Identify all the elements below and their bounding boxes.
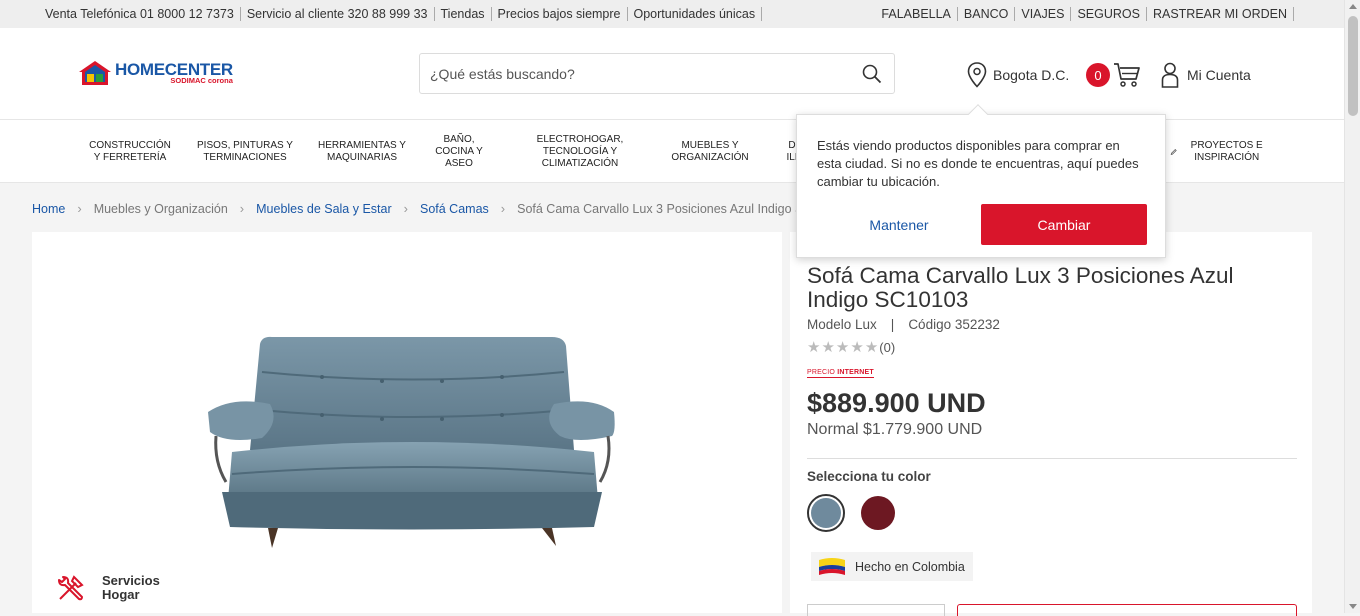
- logo-brand-text: HOMECENTER: [115, 59, 233, 79]
- origin-label: Hecho en Colombia: [855, 559, 965, 574]
- home-services-link[interactable]: Servicios Hogar: [56, 573, 172, 603]
- seguros-link[interactable]: SEGUROS: [1071, 7, 1147, 21]
- cart-button[interactable]: 0: [1086, 62, 1141, 88]
- meta-divider: |: [890, 317, 895, 332]
- top-bar-left-links: Venta Telefónica 01 8000 12 7373 Servici…: [45, 7, 763, 21]
- user-icon: [1161, 62, 1179, 88]
- viajes-link[interactable]: VIAJES: [1015, 7, 1072, 21]
- change-location-button[interactable]: Cambiar: [981, 204, 1147, 245]
- normal-price: Normal $1.779.900 UND: [807, 421, 983, 438]
- product-meta: Modelo Lux | Código 352232: [807, 317, 1000, 332]
- top-utility-bar: Venta Telefónica 01 8000 12 7373 Servici…: [0, 0, 1344, 28]
- main-header: HOMECENTER SODIMAC corona Bogota D.C. 0 …: [0, 28, 1344, 120]
- account-button[interactable]: Mi Cuenta: [1161, 62, 1251, 88]
- home-services-label: Servicios Hogar: [102, 573, 160, 602]
- product-code: Código 352232: [908, 317, 1000, 332]
- location-label: Bogota D.C.: [993, 67, 1070, 83]
- chevron-right-icon: ›: [500, 201, 506, 216]
- price-tag-suffix: INTERNET: [837, 369, 874, 376]
- category-proyectos[interactable]: PROYECTOS E INSPIRACIÓN: [1170, 120, 1270, 183]
- page-scrollbar[interactable]: [1344, 0, 1360, 613]
- internet-price-tag: PRECIO INTERNET: [807, 369, 874, 378]
- product-model: Modelo Lux: [807, 317, 877, 332]
- category-electrohogar[interactable]: ELECTROHOGAR, TECNOLOGÍA Y CLIMATIZACIÓN: [520, 120, 640, 183]
- pencil-icon: [1170, 148, 1177, 155]
- color-swatch-wine[interactable]: [859, 494, 897, 532]
- scroll-up-icon[interactable]: [1349, 4, 1357, 9]
- price-tag-prefix: PRECIO: [807, 369, 836, 376]
- add-to-cart-button[interactable]: [957, 604, 1297, 616]
- category-pisos[interactable]: PISOS, PINTURAS Y TERMINACIONES: [193, 120, 297, 183]
- house-logo-icon: [79, 61, 111, 85]
- star-icon: ★: [821, 339, 835, 356]
- star-icon: ★: [835, 339, 850, 356]
- star-icon: ★: [864, 339, 879, 356]
- search-input[interactable]: [420, 54, 840, 93]
- category-bano[interactable]: BAÑO, COCINA Y ASEO: [428, 120, 490, 183]
- cart-count-badge: 0: [1086, 63, 1110, 87]
- homecenter-logo[interactable]: HOMECENTER SODIMAC corona: [78, 60, 233, 86]
- chevron-right-icon: ›: [77, 201, 82, 216]
- section-divider: [807, 458, 1297, 459]
- low-prices-link[interactable]: Precios bajos siempre: [492, 7, 628, 21]
- customer-service-link[interactable]: Servicio al cliente 320 88 999 33: [241, 7, 435, 21]
- colombia-flag-icon: [819, 557, 845, 575]
- category-partial-line-1: D: [788, 139, 796, 151]
- color-selector-label: Selecciona tu color: [807, 469, 931, 484]
- stores-link[interactable]: Tiendas: [435, 7, 492, 21]
- color-swatch-blue[interactable]: [807, 494, 845, 532]
- opportunities-link[interactable]: Oportunidades únicas: [628, 7, 763, 21]
- chevron-right-icon: ›: [239, 201, 245, 216]
- location-confirm-popup: Estás viendo productos disponibles para …: [796, 104, 1166, 258]
- product-rating[interactable]: ★ ★ ★ ★ ★ (0): [807, 338, 895, 356]
- product-info-panel: Sofá Cama Carvallo Lux 3 Posiciones Azul…: [790, 232, 1312, 616]
- scroll-thumb[interactable]: [1348, 16, 1358, 116]
- phone-sales-link[interactable]: Venta Telefónica 01 8000 12 7373: [45, 7, 241, 21]
- rating-count: (0): [879, 339, 896, 355]
- category-herramientas[interactable]: HERRAMIENTAS Y MAQUINARIAS: [312, 120, 412, 183]
- scroll-down-icon[interactable]: [1349, 604, 1357, 609]
- location-selector[interactable]: Bogota D.C.: [967, 62, 1069, 88]
- location-pin-icon: [967, 62, 987, 88]
- category-proyectos-label: PROYECTOS E INSPIRACIÓN: [1190, 139, 1263, 163]
- search-box: [419, 53, 895, 94]
- popup-message: Estás viendo productos disponibles para …: [817, 138, 1139, 189]
- category-muebles[interactable]: MUEBLES Y ORGANIZACIÓN: [664, 120, 756, 183]
- breadcrumb-sofa-camas[interactable]: Sofá Camas: [420, 202, 489, 216]
- chevron-right-icon: ›: [403, 201, 408, 216]
- breadcrumb-home[interactable]: Home: [32, 202, 65, 216]
- star-icon: ★: [807, 339, 821, 356]
- color-dot-wine: [861, 496, 895, 530]
- breadcrumb-muebles[interactable]: Muebles y Organización: [94, 202, 228, 216]
- top-bar-right-links: FALABELLA BANCO VIAJES SEGUROS RASTREAR …: [875, 7, 1294, 21]
- cart-icon: [1114, 63, 1140, 87]
- keep-location-button[interactable]: Mantener: [851, 205, 947, 245]
- search-icon[interactable]: [862, 64, 882, 89]
- breadcrumb-sala-estar[interactable]: Muebles de Sala y Estar: [256, 202, 392, 216]
- color-dot-blue: [811, 498, 841, 528]
- product-image-panel: Servicios Hogar: [32, 232, 782, 613]
- category-construccion[interactable]: CONSTRUCCIÓN Y FERRETERÍA: [85, 120, 175, 183]
- account-label: Mi Cuenta: [1187, 67, 1251, 83]
- falabella-link[interactable]: FALABELLA: [875, 7, 958, 21]
- sofa-bed-image[interactable]: [202, 332, 622, 562]
- banco-link[interactable]: BANCO: [958, 7, 1016, 21]
- made-in-colombia-badge: Hecho en Colombia: [811, 552, 973, 581]
- tools-icon: [58, 575, 84, 601]
- breadcrumb: Home › Muebles y Organización › Muebles …: [32, 201, 847, 216]
- product-price: $889.900 UND: [807, 388, 986, 418]
- track-order-link[interactable]: RASTREAR MI ORDEN: [1147, 7, 1294, 21]
- quantity-stepper[interactable]: [807, 604, 945, 616]
- product-title: Sofá Cama Carvallo Lux 3 Posiciones Azul…: [807, 263, 1234, 312]
- star-icon: ★: [850, 339, 864, 356]
